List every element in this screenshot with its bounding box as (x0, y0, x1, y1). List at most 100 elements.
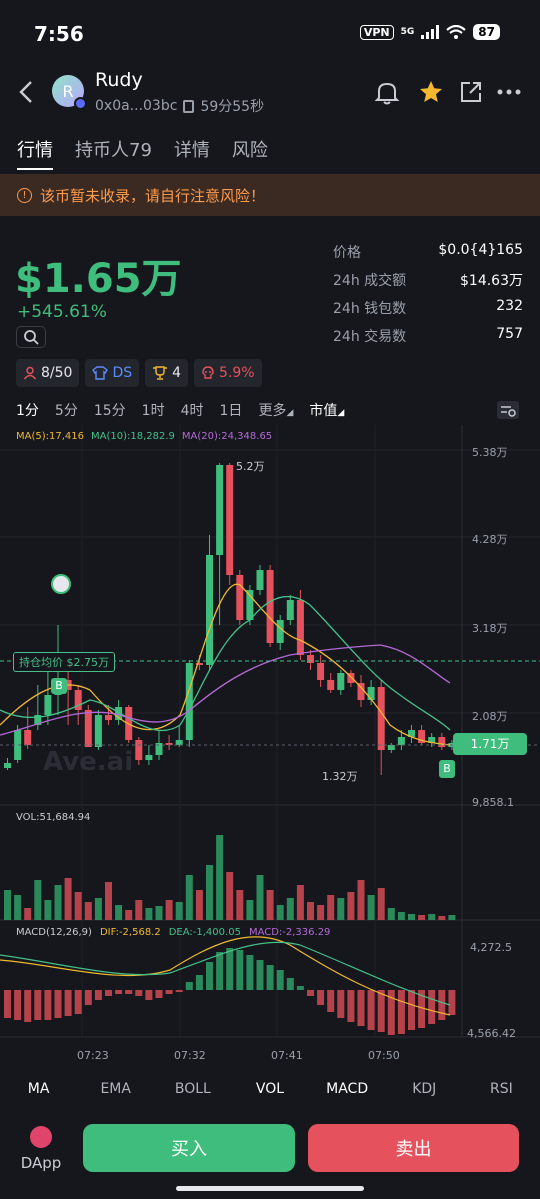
timeframe-1h[interactable]: 1时 (142, 400, 165, 420)
share-icon[interactable] (459, 80, 483, 104)
search-button[interactable] (16, 326, 46, 348)
timeframe-15m[interactable]: 15分 (94, 400, 126, 420)
tab-details[interactable]: 详情 (174, 136, 210, 162)
bell-icon[interactable] (374, 80, 400, 106)
chart-watermark: Ave.ai (43, 747, 133, 777)
stat-label: 24h 成交额 (333, 273, 407, 289)
timeframe-1d[interactable]: 1日 (220, 400, 243, 420)
trophy-badge[interactable]: 4 (145, 359, 189, 387)
macd-bar (34, 990, 42, 1020)
market-cap-toggle[interactable]: 市值◢ (309, 400, 344, 420)
avatar-letter: R (62, 81, 74, 101)
indicator-boll[interactable]: BOLL (154, 1081, 231, 1097)
tab-holders[interactable]: 持币人79 (75, 136, 152, 162)
buy-marker[interactable]: B (51, 678, 67, 694)
volume-bar (276, 905, 284, 920)
trader-avatar-icon[interactable] (51, 574, 71, 594)
chevron-down-icon: ◢ (286, 408, 294, 418)
volume-bar (155, 906, 163, 920)
buy-button[interactable]: 买入 (83, 1124, 295, 1172)
macd-bar (54, 990, 62, 1018)
indicator-rsi[interactable]: RSI (463, 1081, 540, 1097)
home-indicator[interactable] (176, 1186, 364, 1191)
indicator-macd[interactable]: MACD (309, 1081, 386, 1097)
candle (185, 663, 193, 740)
tab-market[interactable]: 行情 (17, 136, 53, 170)
stat-label: 价格 (333, 245, 361, 261)
macd-bar (357, 990, 365, 1026)
ds-badge[interactable]: DS (85, 359, 140, 387)
back-icon[interactable] (18, 80, 34, 104)
macd-bar (266, 965, 274, 990)
volume-bar (387, 908, 395, 920)
battery-indicator: 87 (473, 24, 500, 40)
volume-bar (347, 892, 355, 920)
candle (236, 575, 244, 620)
macd-bar (165, 990, 173, 994)
macd-bar (216, 952, 224, 990)
macd-bar (347, 990, 355, 1022)
timeframe-4h[interactable]: 4时 (181, 400, 204, 420)
macd-bar (84, 990, 92, 1005)
star-icon[interactable] (418, 79, 444, 105)
macd-bar (115, 990, 123, 994)
volume-bar (357, 880, 365, 920)
indicator-bar: MA EMA BOLL VOL MACD KDJ RSI (0, 1072, 540, 1106)
dapp-button[interactable]: DApp (17, 1124, 65, 1172)
volume-bar (266, 890, 274, 920)
candle (317, 663, 325, 680)
volume-bar (428, 914, 436, 920)
volume-bar (327, 895, 335, 920)
buy-marker[interactable]: B (439, 760, 455, 778)
more-icon[interactable] (497, 88, 521, 96)
volume-label: VOL:51,684.94 (16, 812, 91, 823)
risk-badge[interactable]: 5.9% (194, 359, 262, 387)
candle (387, 745, 395, 750)
stat-value: 232 (496, 298, 523, 314)
stat-label: 24h 钱包数 (333, 301, 407, 317)
candle (4, 763, 11, 768)
volume-bar (175, 902, 183, 920)
y-tick: 3.18万 (472, 622, 508, 635)
macd-bar (206, 962, 213, 990)
token-address: 0x0a...03bc (95, 98, 178, 114)
holders-badge[interactable]: 8/50 (16, 359, 80, 387)
tab-risk[interactable]: 风险 (232, 136, 268, 162)
ma-legend: MA(5):17,416 MA(10):18,282.9 MA(20):24,3… (16, 431, 272, 442)
skull-icon (202, 366, 214, 379)
macd-bar (317, 990, 325, 1005)
volume-bar (4, 890, 11, 920)
volume-bar (226, 872, 234, 920)
sell-button[interactable]: 卖出 (308, 1124, 519, 1172)
candle (206, 555, 213, 665)
vpn-badge: VPN (359, 24, 394, 40)
y-tick: 9,858.1 (472, 796, 514, 809)
macd-bar (256, 960, 264, 990)
timeframe-more[interactable]: 更多◢ (258, 400, 293, 420)
price-value: $1.65万 (15, 256, 182, 302)
timeframe-1m[interactable]: 1分 (16, 400, 39, 420)
macd-bar (428, 990, 436, 1024)
status-bar: 7:56 VPN 5G 87 (0, 0, 540, 64)
indicator-vol[interactable]: VOL (231, 1081, 308, 1097)
macd-legend: MACD(12,26,9) DIF:-2,568.2 DEA:-1,400.05… (16, 927, 330, 938)
user-icon (23, 366, 37, 380)
macd-bar (448, 990, 456, 1015)
volume-bar (296, 885, 304, 920)
copy-icon[interactable] (183, 99, 195, 113)
macd-bar (4, 990, 11, 1018)
indicator-ma[interactable]: MA (0, 1081, 77, 1097)
candle (296, 600, 304, 655)
timeframe-5m[interactable]: 5分 (55, 400, 78, 420)
volume-bar (236, 890, 244, 920)
macd-bar (74, 990, 82, 1014)
indicator-ema[interactable]: EMA (77, 1081, 154, 1097)
volume-bar (337, 898, 345, 920)
indicator-kdj[interactable]: KDJ (386, 1081, 463, 1097)
chart-settings-icon[interactable] (496, 400, 520, 420)
y-tick: 2.08万 (472, 710, 508, 723)
current-price-tag[interactable]: 1.71万 (453, 733, 527, 755)
trophy-badge-value: 4 (172, 365, 182, 381)
chevron-down-icon: ◢ (337, 408, 345, 418)
stat-value: 757 (496, 326, 523, 342)
